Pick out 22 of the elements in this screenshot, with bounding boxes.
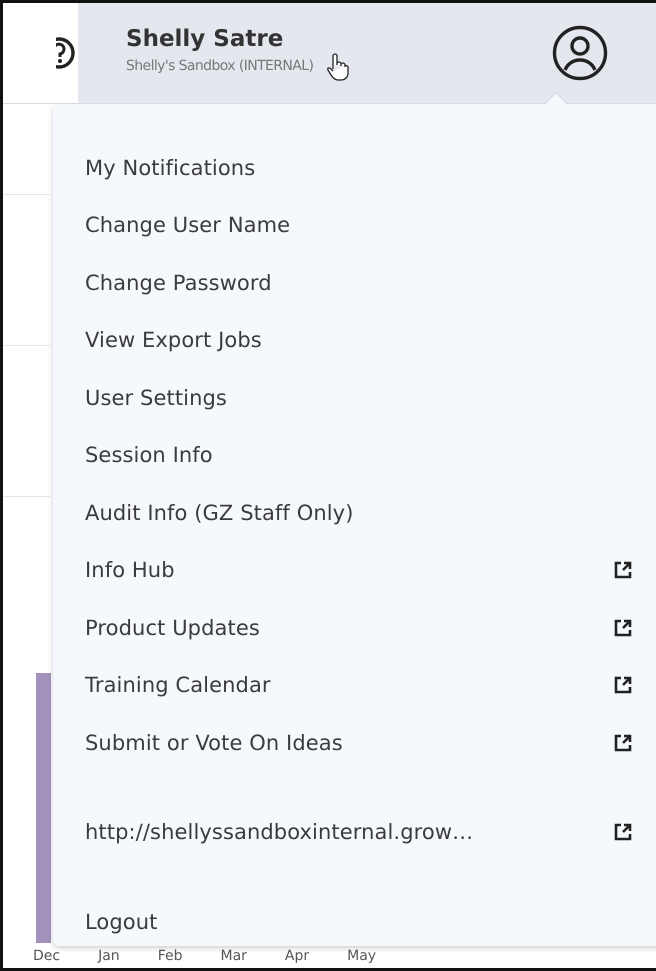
menu-item[interactable]: Change Password (85, 254, 633, 312)
user-name: Shelly Satre (126, 26, 284, 52)
account-name: Shelly's Sandbox (INTERNAL) (126, 58, 314, 74)
menu-item[interactable]: My Notifications (85, 139, 633, 196)
user-avatar-icon[interactable] (552, 25, 608, 81)
menu-item[interactable]: Submit or Vote On Ideas (85, 714, 633, 772)
menu-item[interactable]: Training Calendar (85, 656, 633, 714)
menu-item[interactable]: Change User Name (85, 196, 633, 254)
menu-item[interactable]: User Settings (85, 369, 633, 426)
hand-cursor-icon (327, 53, 350, 81)
menu-item[interactable]: View Export Jobs (85, 312, 633, 369)
menu-item[interactable]: Session Info (85, 426, 633, 484)
menu-item[interactable]: Product Updates (85, 599, 633, 656)
menu-item[interactable]: http://shellyssandboxinternal.grow… (85, 804, 633, 861)
external-link-icon (613, 732, 633, 753)
menu-item[interactable]: Audit Info (GZ Staff Only) (85, 484, 633, 542)
external-link-icon (613, 675, 633, 696)
axis-label: Dec (33, 947, 60, 965)
external-link-icon (613, 618, 633, 638)
external-link-icon (613, 560, 633, 580)
external-link-icon (613, 822, 633, 842)
menu-item[interactable]: Info Hub (85, 542, 633, 599)
